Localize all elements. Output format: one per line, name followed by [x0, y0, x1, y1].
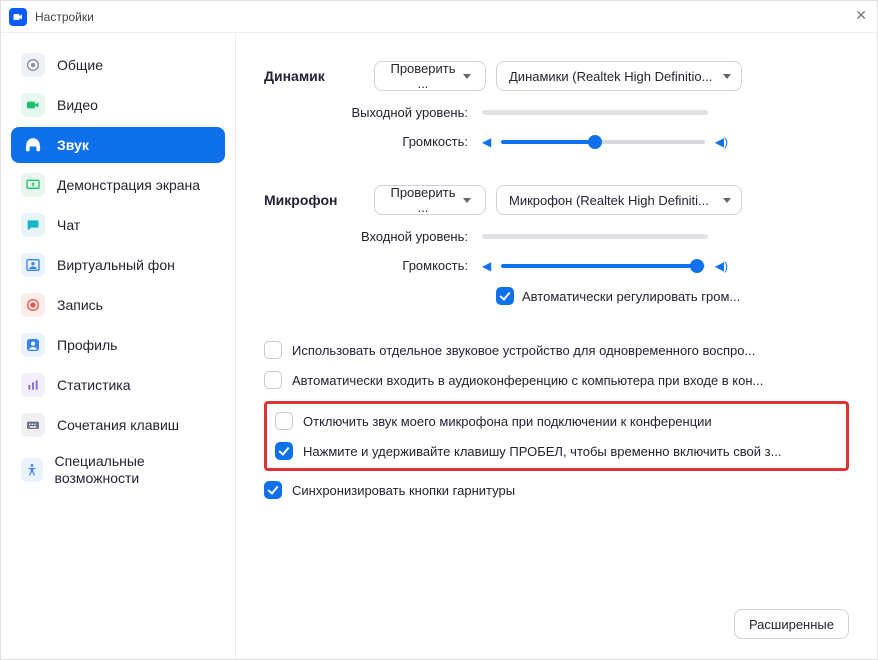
- separate-audio-device-label: Использовать отдельное звуковое устройст…: [292, 343, 755, 358]
- sidebar-item-chat[interactable]: Чат: [11, 207, 225, 243]
- mute-on-join-label: Отключить звук моего микрофона при подкл…: [303, 414, 712, 429]
- volume-low-icon: ◀: [482, 259, 491, 273]
- highlight-box: Отключить звук моего микрофона при подкл…: [264, 401, 849, 471]
- close-icon[interactable]: ✕: [855, 7, 867, 24]
- test-speaker-button[interactable]: Проверить ...: [374, 61, 486, 91]
- output-level-label: Выходной уровень:: [264, 105, 482, 120]
- auto-join-audio-checkbox[interactable]: [264, 371, 282, 389]
- volume-high-icon: ◀): [715, 135, 728, 149]
- record-icon: [21, 293, 45, 317]
- window-title: Настройки: [35, 10, 94, 24]
- input-level-meter: [482, 234, 708, 239]
- volume-low-icon: ◀: [482, 135, 491, 149]
- push-to-talk-checkbox[interactable]: [275, 442, 293, 460]
- speaker-volume-label: Громкость:: [264, 134, 482, 149]
- advanced-button[interactable]: Расширенные: [734, 609, 849, 639]
- volume-high-icon: ◀): [715, 259, 728, 273]
- profile-icon: [21, 333, 45, 357]
- stats-icon: [21, 373, 45, 397]
- sidebar-item-statistics[interactable]: Статистика: [11, 367, 225, 403]
- mic-device-select[interactable]: Микрофон (Realtek High Definiti...: [496, 185, 742, 215]
- sidebar-item-profile[interactable]: Профиль: [11, 327, 225, 363]
- general-icon: [21, 53, 45, 77]
- headphones-icon: [21, 133, 45, 157]
- sidebar-item-label: Профиль: [57, 337, 117, 353]
- sidebar-item-audio[interactable]: Звук: [11, 127, 225, 163]
- push-to-talk-label: Нажмите и удерживайте клавишу ПРОБЕЛ, чт…: [303, 444, 781, 459]
- mic-section-title: Микрофон: [264, 192, 374, 208]
- sidebar-item-general[interactable]: Общие: [11, 47, 225, 83]
- chat-icon: [21, 213, 45, 237]
- sidebar-item-share-screen[interactable]: Демонстрация экрана: [11, 167, 225, 203]
- auto-adjust-volume-label: Автоматически регулировать гром...: [522, 289, 740, 304]
- video-icon: [21, 93, 45, 117]
- sidebar-item-accessibility[interactable]: Специальные возможности: [11, 447, 225, 493]
- sidebar-item-label: Общие: [57, 57, 103, 73]
- mic-volume-label: Громкость:: [264, 258, 482, 273]
- sync-headset-checkbox[interactable]: [264, 481, 282, 499]
- sidebar-item-label: Специальные возможности: [55, 453, 215, 488]
- speaker-volume-slider[interactable]: [501, 140, 705, 144]
- sidebar-item-label: Сочетания клавиш: [57, 417, 179, 433]
- mute-on-join-checkbox[interactable]: [275, 412, 293, 430]
- sidebar-item-video[interactable]: Видео: [11, 87, 225, 123]
- auto-adjust-volume-checkbox[interactable]: [496, 287, 514, 305]
- sidebar-item-label: Виртуальный фон: [57, 257, 175, 273]
- sidebar-item-label: Статистика: [57, 377, 131, 393]
- sidebar-item-label: Демонстрация экрана: [57, 177, 200, 193]
- sidebar-item-label: Звук: [57, 137, 89, 153]
- mic-volume-slider[interactable]: [501, 264, 705, 268]
- keyboard-icon: [21, 413, 45, 437]
- sidebar-item-label: Видео: [57, 97, 98, 113]
- separate-audio-device-checkbox[interactable]: [264, 341, 282, 359]
- virtual-bg-icon: [21, 253, 45, 277]
- speaker-section-title: Динамик: [264, 68, 374, 84]
- sidebar: Общие Видео Звук Демонстрация экрана Чат: [1, 33, 236, 659]
- sidebar-item-recording[interactable]: Запись: [11, 287, 225, 323]
- input-level-label: Входной уровень:: [264, 229, 482, 244]
- sidebar-item-shortcuts[interactable]: Сочетания клавиш: [11, 407, 225, 443]
- speaker-device-select[interactable]: Динамики (Realtek High Definitio...: [496, 61, 742, 91]
- auto-join-audio-label: Автоматически входить в аудиоконференцию…: [292, 373, 763, 388]
- output-level-meter: [482, 110, 708, 115]
- app-icon: [9, 8, 27, 26]
- title-bar: Настройки ✕: [1, 1, 877, 33]
- sidebar-item-virtual-bg[interactable]: Виртуальный фон: [11, 247, 225, 283]
- sync-headset-label: Синхронизировать кнопки гарнитуры: [292, 483, 515, 498]
- sidebar-item-label: Чат: [57, 217, 80, 233]
- content-area: Динамик Проверить ... Динамики (Realtek …: [236, 33, 877, 659]
- accessibility-icon: [21, 458, 43, 482]
- share-screen-icon: [21, 173, 45, 197]
- test-mic-button[interactable]: Проверить ...: [374, 185, 486, 215]
- sidebar-item-label: Запись: [57, 297, 103, 313]
